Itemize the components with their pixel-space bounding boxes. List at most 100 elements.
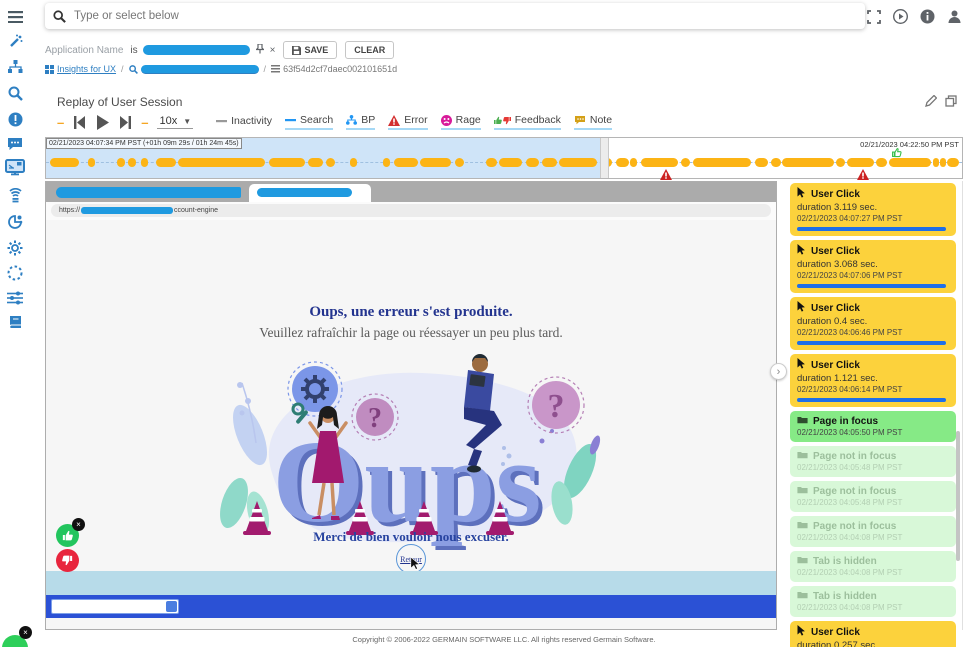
activity-segment[interactable] [876,158,887,167]
broadcast-icon[interactable] [0,185,30,207]
footer-input-redacted[interactable] [51,599,179,614]
edit-icon[interactable] [925,94,937,112]
activity-segment[interactable] [847,158,874,167]
event-card[interactable]: User Clickduration 0.4 sec.02/21/2023 04… [790,297,956,350]
filter-value-redacted[interactable] [143,45,250,55]
close-icon[interactable]: × [72,518,85,531]
book-icon[interactable] [0,311,30,333]
legend-toggle-rage[interactable]: Rage [441,114,481,130]
chat-icon[interactable] [0,133,30,155]
close-icon[interactable]: × [19,626,32,639]
activity-segment[interactable] [559,158,597,167]
activity-segment[interactable] [156,158,176,167]
event-card[interactable]: Tab is hidden02/21/2023 04:04:08 PM PST [790,551,956,582]
clear-filter-icon[interactable]: × [270,45,276,56]
url-bar[interactable]: https:// ccount-engine [51,204,771,217]
search-nav-icon[interactable] [0,82,30,104]
event-card[interactable]: User Clickduration 3.119 sec.02/21/2023 … [790,183,956,236]
activity-segment[interactable] [499,158,523,167]
event-card[interactable]: Tab is hidden02/21/2023 04:04:08 PM PST [790,586,956,617]
session-timeline[interactable]: 02/21/2023 04:07:34 PM PST (+01h 09m 29s… [45,137,963,179]
clear-button[interactable]: CLEAR [345,41,394,59]
event-card[interactable]: Page in focus02/21/2023 04:05:50 PM PST [790,411,956,442]
activity-segment[interactable] [128,158,135,167]
activity-segment[interactable] [88,158,94,167]
copy-icon[interactable] [945,94,957,112]
activity-segment[interactable] [681,158,690,167]
info-icon[interactable] [919,8,936,25]
thumbs-down-button[interactable] [56,549,79,572]
folder-icon [797,485,808,497]
alert-circle-icon[interactable] [0,108,30,130]
play-circle-icon[interactable] [892,8,909,25]
footer-input-button[interactable] [166,601,177,612]
event-card[interactable]: User Clickduration 3.068 sec.02/21/2023 … [790,240,956,293]
activity-segment[interactable] [755,158,768,167]
activity-segment[interactable] [641,158,678,167]
breadcrumb-insights-link[interactable]: Insights for UX [45,64,116,74]
legend-toggle-note[interactable]: Note [574,114,612,130]
play-icon[interactable] [95,115,110,130]
activity-segment[interactable] [455,158,464,167]
activity-segment[interactable] [350,158,356,167]
legend-toggle-feedback[interactable]: Feedback [494,114,561,130]
fullscreen-icon[interactable] [865,8,882,25]
dashed-circle-icon[interactable] [0,262,30,284]
event-card[interactable]: User Clickduration 1.121 sec.02/21/2023 … [790,354,956,407]
gear-icon[interactable] [0,237,30,259]
events-scrollbar[interactable] [956,431,960,561]
legend-toggle-search[interactable]: Search [285,114,333,130]
activity-segment[interactable] [50,158,79,167]
legend-toggle-bp[interactable]: BP [346,114,375,130]
feedback-widget: × [56,518,86,568]
user-account-icon[interactable] [946,8,963,25]
activity-segment[interactable] [486,158,497,167]
session-replay-icon[interactable] [0,157,30,179]
activity-segment[interactable] [940,158,946,167]
activity-segment[interactable] [420,158,451,167]
activity-segment[interactable] [616,158,629,167]
pin-icon[interactable] [256,44,264,57]
activity-segment[interactable] [771,158,780,167]
event-card[interactable]: Page not in focus02/21/2023 04:05:48 PM … [790,446,956,477]
activity-segment[interactable] [836,158,845,167]
skip-start-icon[interactable] [73,116,86,129]
activity-segment[interactable] [947,158,959,167]
menu-icon[interactable] [0,6,30,28]
activity-segment[interactable] [394,158,418,167]
activity-segment[interactable] [308,158,323,167]
legend-toggle-inactivity[interactable]: Inactivity [216,115,272,129]
sidebar-collapse-button[interactable]: › [770,363,787,380]
activity-segment[interactable] [693,158,752,167]
save-button[interactable]: SAVE [283,41,337,59]
activity-segment[interactable] [630,158,636,167]
browser-tab-active[interactable] [249,184,371,202]
activity-segment[interactable] [933,158,939,167]
activity-segment[interactable] [117,158,124,167]
error-marker-icon[interactable] [857,167,869,178]
pie-gear-icon[interactable] [0,211,30,233]
speed-selector[interactable]: 10x▼ [157,115,193,129]
browser-tab-redacted[interactable] [56,187,241,198]
error-marker-icon[interactable] [660,167,672,178]
zoom-out-icon[interactable]: – [57,115,64,130]
global-search[interactable]: Type or select below [45,3,865,29]
breadcrumb-redacted-link[interactable] [129,65,259,74]
legend-toggle-error[interactable]: Error [388,114,427,130]
timeline-playhead[interactable] [600,138,609,178]
skip-end-icon[interactable] [119,116,132,129]
activity-segment[interactable] [178,158,265,167]
magic-wand-icon[interactable] [0,30,30,52]
activity-segment[interactable] [542,158,557,167]
feedback-marker-icon[interactable] [891,145,902,156]
activity-segment[interactable] [782,158,833,167]
sliders-icon[interactable] [0,287,30,309]
event-card[interactable]: Page not in focus02/21/2023 04:05:48 PM … [790,481,956,512]
activity-segment[interactable] [526,158,539,167]
activity-segment[interactable] [141,158,147,167]
activity-segment[interactable] [889,158,931,167]
sitemap-icon[interactable] [0,56,30,78]
event-card[interactable]: Page not in focus02/21/2023 04:04:08 PM … [790,516,956,547]
zoom-in-icon[interactable]: – [141,115,148,130]
activity-segment[interactable] [269,158,306,167]
